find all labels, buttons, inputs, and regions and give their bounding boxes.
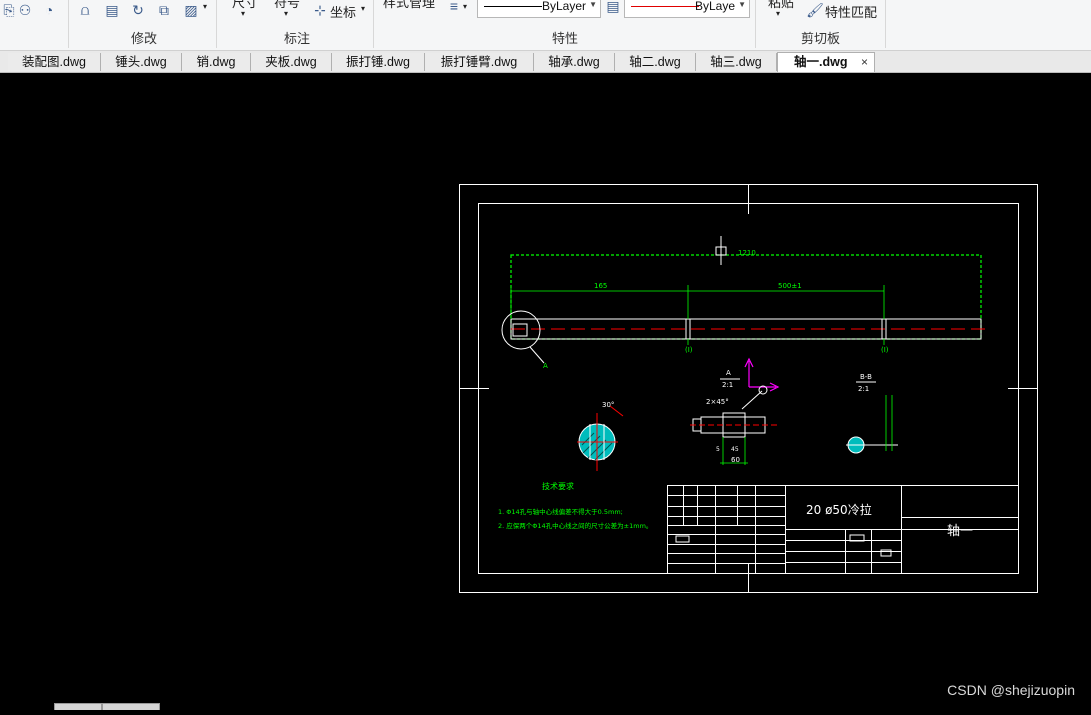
dim-5: 5: [716, 446, 720, 453]
tab-label: 振打锤.dwg: [346, 55, 410, 69]
cad-drawing: 1210 165 500±1 (I) (I) A 30° A 2:1 2×45°…: [459, 184, 1038, 593]
chevron-down-icon[interactable]: ▾: [463, 2, 467, 11]
rotate-icon[interactable]: ↻: [129, 2, 147, 18]
array-icon[interactable]: ⚇: [16, 2, 34, 18]
dim-text-500: 500±1: [778, 282, 802, 290]
tech-line-2: 2. 应保两个Φ14孔中心线之间的尺寸公差为±1mm。: [498, 521, 652, 530]
chevron-down-icon[interactable]: ▾: [361, 4, 365, 13]
tab-label: 轴一.dwg: [794, 55, 848, 69]
linetype-value: ByLayer: [541, 0, 586, 13]
lineweight-icon[interactable]: ▤: [604, 0, 622, 14]
scale-icon[interactable]: ⧉: [155, 2, 173, 18]
tab-轴二[interactable]: 轴二.dwg: [615, 53, 696, 71]
tech-title: 技术要求: [542, 481, 574, 491]
dim-60: 60: [731, 456, 740, 464]
layout-tabs: [0, 703, 200, 710]
tab-label: 振打锤臂.dwg: [440, 55, 518, 69]
tab-model[interactable]: [54, 703, 102, 710]
match-properties-button[interactable]: 特性匹配: [825, 2, 877, 21]
chevron-down-icon: ▼: [738, 0, 746, 9]
group-title-clipboard: 剪切板: [801, 31, 841, 46]
edit-icon[interactable]: ▨: [182, 2, 200, 18]
offset-icon[interactable]: ◔: [40, 2, 58, 18]
close-icon[interactable]: ×: [861, 53, 868, 71]
group-title-modify: 修改: [131, 31, 158, 46]
chevron-down-icon[interactable]: ▾: [284, 9, 288, 18]
detail-label: A: [726, 369, 731, 377]
dimension-lines: [510, 285, 885, 345]
section-ref-1: (I): [685, 346, 693, 354]
color-select[interactable]: ByLaye ▼: [624, 0, 750, 18]
shaft-outline-dashed: [510, 254, 982, 340]
drawing-canvas[interactable]: 1210 165 500±1 (I) (I) A 30° A 2:1 2×45°…: [0, 73, 1091, 710]
leader-line: [529, 346, 545, 364]
tab-label: 装配图.dwg: [22, 55, 86, 69]
style-manager-button[interactable]: 样式管理: [383, 0, 435, 11]
chevron-down-icon[interactable]: ▾: [241, 9, 245, 18]
tab-label: 夹板.dwg: [265, 55, 317, 69]
coordinate-button[interactable]: 坐标: [330, 2, 356, 21]
detail-circle: [501, 310, 541, 350]
dim-text-165: 165: [594, 282, 607, 290]
separator: [755, 0, 756, 48]
separator: [885, 0, 886, 48]
paste-button[interactable]: 粘贴: [768, 0, 794, 11]
stretch-icon[interactable]: ▤: [103, 2, 121, 18]
detail-scale: 2:1: [722, 381, 733, 389]
section-ref-2: (I): [881, 346, 889, 354]
tab-label: 销.dwg: [196, 55, 236, 69]
color-value: ByLaye: [694, 0, 735, 13]
separator: [373, 0, 374, 48]
watermark-text: CSDN @shejizuopin: [947, 682, 1075, 698]
tab-label: 锤头.dwg: [115, 55, 167, 69]
tab-轴三[interactable]: 轴三.dwg: [696, 53, 777, 71]
tab-轴一[interactable]: 轴一.dwg ×: [777, 52, 875, 72]
match-properties-icon: 🖌: [806, 2, 824, 18]
file-tab-bar: 装配图.dwg 锤头.dwg 销.dwg 夹板.dwg 振打锤.dwg 振打锤臂…: [0, 51, 1091, 73]
part-name-text: 轴一: [947, 524, 973, 539]
tab-振打锤臂[interactable]: 振打锤臂.dwg: [425, 53, 534, 71]
dim-45: 45: [731, 446, 739, 453]
chevron-down-icon: ▼: [589, 0, 597, 9]
tab-锤头[interactable]: 锤头.dwg: [101, 53, 182, 71]
angle-label: 30°: [602, 401, 614, 409]
section-label: B-B: [860, 373, 872, 381]
tab-label: 轴三.dwg: [710, 55, 762, 69]
dim-text-top: 1210: [738, 249, 756, 257]
chevron-down-icon[interactable]: ▾: [776, 9, 780, 18]
linetype-select[interactable]: ByLayer ▼: [477, 0, 601, 18]
tab-销[interactable]: 销.dwg: [182, 53, 251, 71]
tab-layout[interactable]: [102, 703, 160, 710]
tab-振打锤[interactable]: 振打锤.dwg: [332, 53, 425, 71]
tab-label: 轴二.dwg: [629, 55, 681, 69]
material-text: 20 ø50冷拉: [806, 502, 872, 517]
tab-label: 轴承.dwg: [548, 55, 600, 69]
chamfer-label: 2×45°: [706, 398, 729, 406]
tech-line-1: 1. Φ14孔与轴中心线偏差不得大于0.5mm;: [498, 507, 623, 516]
group-title-properties: 特性: [552, 31, 579, 46]
dropdown-arrow-icon[interactable]: ▾: [203, 2, 207, 11]
ribbon: ⎘ ⚇ ◔ ⩍ ▤ ↻ ⧉ ▨ ▾ 修改 尺寸 ▾ 符号 ▾ ⊹ 坐标 ▾ 标注…: [0, 0, 1091, 51]
detail-marker-a: A: [543, 362, 548, 370]
detail-hole: [512, 323, 528, 337]
detail-part: [692, 385, 768, 438]
separator: [216, 0, 217, 48]
list-icon[interactable]: ≡: [445, 0, 463, 14]
tab-装配图[interactable]: 装配图.dwg: [8, 53, 101, 71]
mirror-icon[interactable]: ⩍: [76, 2, 94, 18]
coordinate-icon: ⊹: [314, 2, 326, 18]
tab-夹板[interactable]: 夹板.dwg: [251, 53, 332, 71]
separator: [68, 0, 69, 48]
section-scale: 2:1: [858, 385, 869, 393]
group-title-annotation: 标注: [284, 31, 311, 46]
tab-轴承[interactable]: 轴承.dwg: [534, 53, 615, 71]
